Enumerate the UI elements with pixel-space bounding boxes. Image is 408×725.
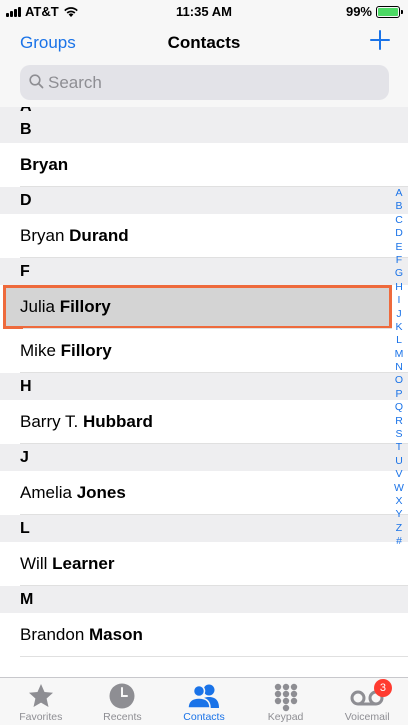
tab-label: Voicemail	[344, 711, 390, 723]
index-letter[interactable]: V	[395, 468, 402, 481]
index-letter[interactable]: E	[395, 241, 402, 254]
star-icon	[28, 684, 53, 707]
tab-bar: Favorites Recents Contacts Keypad 3 Voic…	[0, 677, 408, 725]
index-letter[interactable]: A	[395, 187, 402, 200]
contact-last-name: Hubbard	[83, 412, 153, 431]
index-letter[interactable]: C	[395, 214, 403, 227]
index-letter[interactable]: R	[395, 415, 403, 428]
contact-last-name: Learner	[52, 554, 115, 573]
clock-icon	[109, 683, 135, 709]
index-letter[interactable]: #	[396, 535, 402, 548]
section-header-l: L	[0, 515, 408, 542]
search-icon	[29, 74, 44, 89]
contact-row[interactable]: Bryan	[0, 143, 408, 187]
contact-last-name: Bryan	[20, 155, 69, 174]
status-bar: AT&T 11:35 AM 99%	[0, 0, 408, 22]
index-letter[interactable]: L	[396, 334, 402, 347]
battery-icon	[376, 5, 403, 18]
contact-first-name: Amelia	[20, 483, 72, 502]
keypad-icon	[274, 683, 297, 712]
contact-last-name: Fillory	[59, 297, 111, 316]
index-letter[interactable]: F	[396, 254, 402, 267]
contact-row[interactable]: Bryan Durand	[0, 214, 408, 258]
contact-first-name: Mike	[20, 341, 56, 360]
alphabet-index[interactable]: A B C D E F G H I J K L M N O P Q R S T U V W X Y Z #	[392, 187, 406, 549]
tab-label: Contacts	[183, 711, 225, 723]
index-letter[interactable]: D	[395, 227, 403, 240]
index-letter[interactable]: Y	[395, 508, 402, 521]
tab-contacts[interactable]: Contacts	[163, 678, 245, 725]
index-letter[interactable]: H	[395, 281, 403, 294]
battery-percent: 99%	[345, 4, 372, 19]
tab-label: Favorites	[19, 711, 63, 723]
contact-row[interactable]: Will Learner	[0, 542, 408, 586]
index-letter[interactable]: P	[395, 388, 402, 401]
search-input[interactable]	[48, 65, 378, 100]
section-header-j: J	[0, 444, 408, 471]
page-title: Contacts	[167, 33, 241, 52]
tab-recents[interactable]: Recents	[82, 678, 164, 725]
index-letter[interactable]: Z	[396, 522, 402, 535]
contact-first-name: Bryan	[20, 226, 65, 245]
index-letter[interactable]: M	[395, 348, 404, 361]
contact-first-name: Brandon	[20, 625, 85, 644]
contact-last-name: Mason	[89, 625, 143, 644]
tab-keypad[interactable]: Keypad	[245, 678, 327, 725]
tab-label: Keypad	[267, 711, 304, 723]
index-letter[interactable]: S	[395, 428, 402, 441]
tab-favorites[interactable]: Favorites	[0, 678, 82, 725]
contact-first-name: Will	[20, 554, 48, 573]
index-letter[interactable]: X	[395, 495, 402, 508]
add-contact-icon[interactable]	[368, 28, 392, 52]
index-letter[interactable]: Q	[395, 401, 403, 414]
contact-last-name: Durand	[69, 226, 129, 245]
section-header-h: H	[0, 373, 408, 400]
contact-row[interactable]: Barry T. Hubbard	[0, 400, 408, 444]
section-header-b: B	[0, 116, 408, 143]
status-right: 99%	[345, 4, 403, 19]
section-header-f: F	[0, 258, 408, 285]
index-letter[interactable]: I	[398, 294, 401, 307]
index-letter[interactable]: O	[395, 374, 403, 387]
index-letter[interactable]: W	[394, 482, 404, 495]
contact-row[interactable]: Julia Fillory	[3, 285, 392, 329]
contact-row[interactable]: Mike Fillory	[0, 329, 408, 373]
index-letter[interactable]: G	[395, 267, 403, 280]
contact-last-name: Jones	[76, 483, 126, 502]
tab-label: Recents	[103, 711, 142, 723]
section-header-d: D	[0, 187, 408, 214]
people-icon	[187, 684, 219, 709]
index-letter[interactable]: U	[395, 455, 403, 468]
contact-row[interactable]: Amelia Jones	[0, 471, 408, 515]
index-letter[interactable]: T	[396, 441, 402, 454]
search-bar[interactable]	[20, 65, 389, 100]
tab-voicemail[interactable]: 3 Voicemail	[326, 678, 408, 725]
contact-last-name: Fillory	[60, 341, 112, 360]
index-letter[interactable]: J	[396, 308, 401, 321]
voicemail-badge: 3	[373, 679, 392, 697]
contacts-list[interactable]: ABBryanDBryan DurandFJulia FilloryMike F…	[0, 107, 408, 677]
section-header-m: M	[0, 586, 408, 613]
index-letter[interactable]: N	[395, 361, 403, 374]
section-header-a: A	[0, 107, 408, 116]
index-letter[interactable]: K	[395, 321, 402, 334]
battery-level	[378, 7, 398, 16]
contact-first-name: Barry T.	[20, 412, 79, 431]
contact-first-name: Julia	[20, 297, 55, 316]
index-letter[interactable]: B	[395, 200, 402, 213]
contact-row[interactable]: Brandon Mason	[0, 613, 408, 657]
